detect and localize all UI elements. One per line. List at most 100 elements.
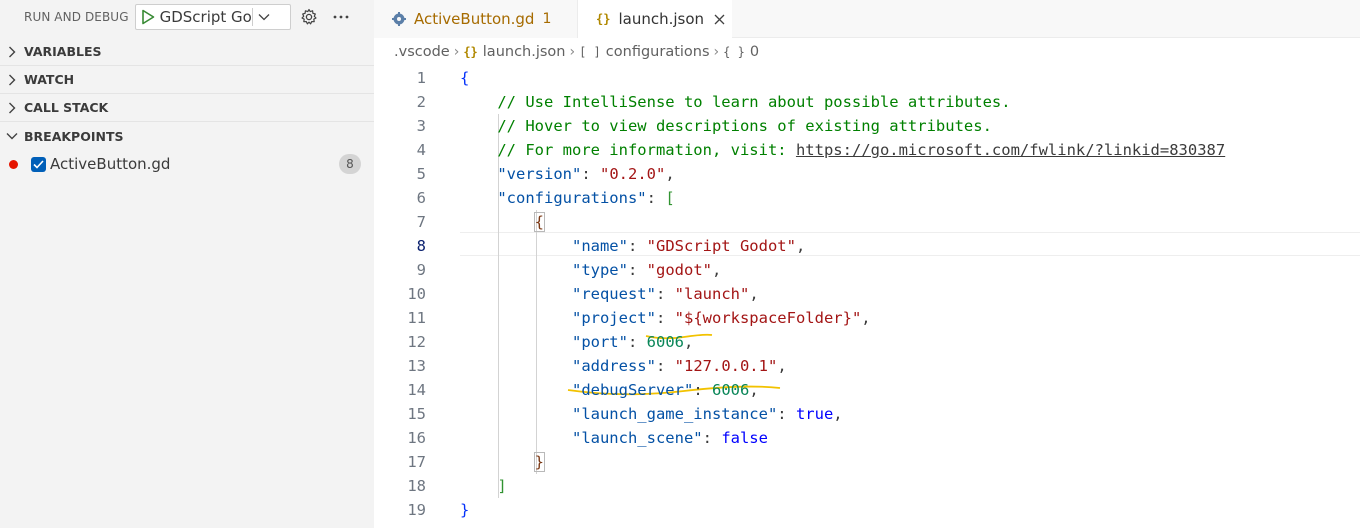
debug-config-select[interactable]: GDScript Godot — [134, 4, 291, 30]
code-token: "launch_game_instance" — [571, 405, 778, 423]
code-line[interactable]: 13 "address": "127.0.0.1", — [374, 354, 1360, 378]
code-line[interactable]: 14 "debugServer": 6006, — [374, 378, 1360, 402]
code-line[interactable]: 1{ — [374, 66, 1360, 90]
close-icon[interactable] — [714, 14, 725, 25]
line-number: 10 — [407, 285, 426, 303]
code-token: : — [627, 261, 647, 279]
start-debugging-icon[interactable] — [136, 5, 160, 29]
code-token: "launch" — [674, 285, 750, 303]
breadcrumb: .vscode › {} launch.json › [ ] configura… — [374, 38, 1360, 66]
code-line[interactable]: 16 "launch_scene": false — [374, 426, 1360, 450]
line-number: 8 — [416, 237, 426, 255]
chevron-right-icon: › — [453, 44, 460, 60]
code-token: : — [646, 189, 666, 207]
code-line[interactable]: 10 "request": "launch", — [374, 282, 1360, 306]
code-line[interactable]: 6 "configurations": [ — [374, 186, 1360, 210]
code-editor[interactable]: 1{2 // Use IntelliSense to learn about p… — [374, 66, 1360, 528]
section-variables[interactable]: VARIABLES — [0, 38, 374, 66]
section-label: WATCH — [24, 72, 75, 87]
code-line[interactable]: 5 "version": "0.2.0", — [374, 162, 1360, 186]
code-text: "debugServer": 6006, — [460, 378, 759, 402]
code-line[interactable]: 11 "project": "${workspaceFolder}", — [374, 306, 1360, 330]
code-text: "type": "godot", — [460, 258, 721, 282]
code-token: https://go.microsoft.com/fwlink/?linkid=… — [795, 141, 1226, 159]
code-text: // Hover to view descriptions of existin… — [460, 114, 992, 138]
code-text: "name": "GDScript Godot", — [460, 234, 805, 258]
line-number: 18 — [407, 477, 426, 495]
debug-config-name: GDScript Godot — [159, 8, 252, 26]
array-icon: [ ] — [579, 45, 601, 59]
chevron-down-icon[interactable] — [253, 5, 275, 29]
code-token: // Hover to view descriptions of existin… — [460, 117, 992, 135]
code-line[interactable]: 17 } — [374, 450, 1360, 474]
line-number: 6 — [416, 189, 426, 207]
code-token: 6006 — [646, 333, 684, 351]
sidebar-title: RUN AND DEBUG — [24, 10, 129, 24]
code-text: } — [460, 498, 469, 522]
code-line[interactable]: 19} — [374, 498, 1360, 522]
tab-label: launch.json — [618, 10, 705, 28]
code-text: "project": "${workspaceFolder}", — [460, 306, 871, 330]
problem-count-badge: 1 — [542, 11, 552, 27]
code-token: , — [683, 333, 694, 351]
code-token: ] — [497, 477, 507, 495]
code-token: // Use IntelliSense to learn about possi… — [460, 93, 1011, 111]
more-actions-icon[interactable] — [327, 3, 355, 31]
code-token: "godot" — [646, 261, 712, 279]
breadcrumb-array[interactable]: configurations — [606, 44, 710, 60]
code-line[interactable]: 3 // Hover to view descriptions of exist… — [374, 114, 1360, 138]
code-line[interactable]: 15 "launch_game_instance": true, — [374, 402, 1360, 426]
code-line[interactable]: 7 { — [374, 210, 1360, 234]
code-token: true — [795, 405, 834, 423]
code-token: : — [693, 381, 712, 399]
line-number: 4 — [416, 141, 426, 159]
line-number: 12 — [407, 333, 426, 351]
breadcrumb-folder[interactable]: .vscode — [394, 44, 450, 60]
code-text: // Use IntelliSense to learn about possi… — [460, 90, 1011, 114]
code-line[interactable]: 18 ] — [374, 474, 1360, 498]
section-breakpoints[interactable]: BREAKPOINTS — [0, 122, 374, 150]
code-line[interactable]: 2 // Use IntelliSense to learn about pos… — [374, 90, 1360, 114]
breakpoint-checkbox[interactable] — [31, 156, 46, 172]
code-token: : — [655, 357, 675, 375]
code-line[interactable]: 4 // For more information, visit: https:… — [374, 138, 1360, 162]
breadcrumb-file[interactable]: launch.json — [483, 44, 566, 60]
line-number: 3 — [416, 117, 426, 135]
code-token: "version" — [497, 165, 582, 183]
code-token: : — [777, 405, 796, 423]
code-line[interactable]: 12 "port": 6006, — [374, 330, 1360, 354]
code-token: : — [655, 309, 675, 327]
line-number: 15 — [407, 405, 426, 423]
tab-launch-json[interactable]: {} launch.json — [578, 0, 732, 39]
code-token: : — [655, 285, 675, 303]
code-text: { — [460, 66, 469, 90]
section-call-stack[interactable]: CALL STACK — [0, 94, 374, 122]
json-braces-icon: {} — [463, 45, 478, 59]
code-token: // For more information, visit: — [460, 141, 796, 159]
breakpoint-line-badge: 8 — [339, 154, 361, 174]
code-token: "type" — [571, 261, 628, 279]
code-token: , — [749, 381, 759, 399]
code-token: "0.2.0" — [600, 165, 666, 183]
breakpoint-item[interactable]: ActiveButton.gd 8 — [0, 150, 374, 178]
code-token: , — [711, 261, 722, 279]
gear-icon[interactable] — [295, 3, 323, 31]
code-line[interactable]: 9 "type": "godot", — [374, 258, 1360, 282]
line-number: 16 — [407, 429, 426, 447]
code-text: "launch_scene": false — [460, 426, 768, 450]
section-watch[interactable]: WATCH — [0, 66, 374, 94]
debug-sidebar: RUN AND DEBUG GDScript Godot VARIABLES W… — [0, 0, 374, 528]
line-number: 5 — [416, 165, 426, 183]
breadcrumb-object[interactable]: 0 — [750, 44, 759, 60]
tab-activebutton-gd[interactable]: ActiveButton.gd 1 — [374, 0, 578, 38]
code-token: 6006 — [711, 381, 750, 399]
code-token: "debugServer" — [571, 381, 694, 399]
code-line[interactable]: 8 "name": "GDScript Godot", — [374, 234, 1360, 258]
